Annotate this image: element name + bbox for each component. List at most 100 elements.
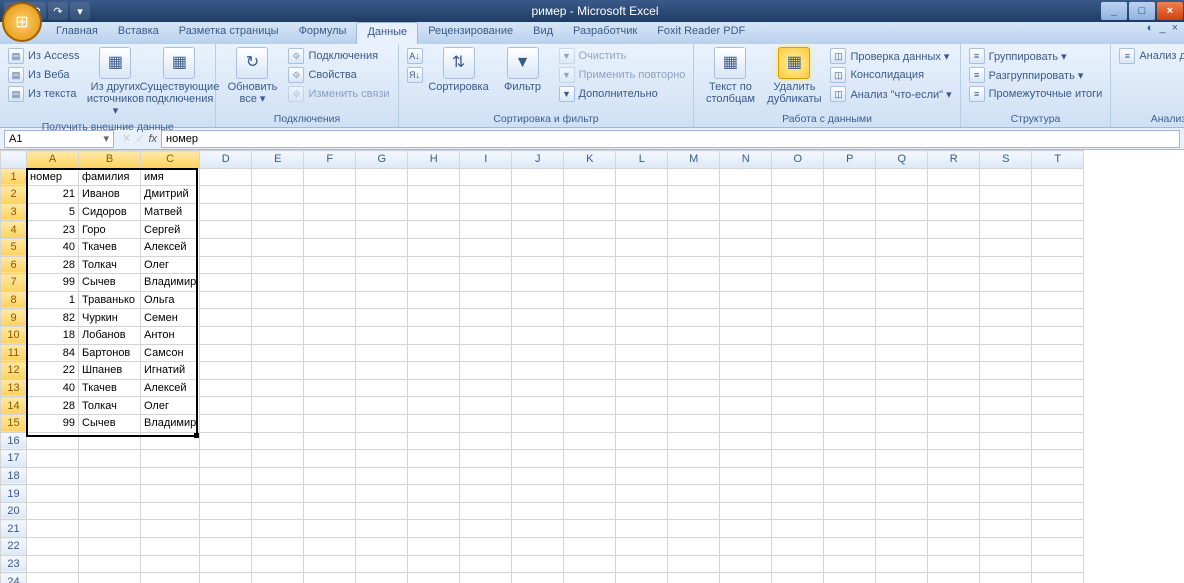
col-header-P[interactable]: P — [824, 151, 876, 169]
cell-G14[interactable] — [356, 397, 408, 415]
cell-E21[interactable] — [252, 520, 304, 538]
spreadsheet-grid[interactable]: ABCDEFGHIJKLMNOPQRST1номерфамилияимя221И… — [0, 150, 1184, 583]
cell-G6[interactable] — [356, 256, 408, 274]
cell-T13[interactable] — [1032, 379, 1084, 397]
cell-M12[interactable] — [668, 362, 720, 380]
row-header-12[interactable]: 12 — [1, 362, 27, 380]
cell-R3[interactable] — [928, 203, 980, 221]
cell-J14[interactable] — [512, 397, 564, 415]
cell-F13[interactable] — [304, 379, 356, 397]
cell-I21[interactable] — [460, 520, 512, 538]
row-header-10[interactable]: 10 — [1, 326, 27, 344]
cell-I10[interactable] — [460, 326, 512, 344]
cell-T16[interactable] — [1032, 432, 1084, 450]
cell-R16[interactable] — [928, 432, 980, 450]
cell-F8[interactable] — [304, 291, 356, 309]
cell-K19[interactable] — [564, 485, 616, 503]
cell-O12[interactable] — [772, 362, 824, 380]
cell-R6[interactable] — [928, 256, 980, 274]
cell-G1[interactable] — [356, 168, 408, 186]
cell-O17[interactable] — [772, 450, 824, 468]
cell-I5[interactable] — [460, 238, 512, 256]
cmd-Из других источников ▾[interactable]: ▦Из других источников ▾ — [85, 47, 145, 117]
cell-E18[interactable] — [252, 467, 304, 485]
cell-L20[interactable] — [616, 502, 668, 520]
cell-G11[interactable] — [356, 344, 408, 362]
cell-A4[interactable]: 23 — [27, 221, 79, 239]
cell-R15[interactable] — [928, 414, 980, 432]
cmd-refresh[interactable]: ↻Обновить все ▾ — [222, 47, 282, 105]
cell-N10[interactable] — [720, 326, 772, 344]
cell-O5[interactable] — [772, 238, 824, 256]
cell-P5[interactable] — [824, 238, 876, 256]
cell-R8[interactable] — [928, 291, 980, 309]
cell-D14[interactable] — [200, 397, 252, 415]
col-header-E[interactable]: E — [252, 151, 304, 169]
cell-S1[interactable] — [980, 168, 1032, 186]
cell-T5[interactable] — [1032, 238, 1084, 256]
cell-L21[interactable] — [616, 520, 668, 538]
cell-C9[interactable]: Семен — [141, 309, 200, 327]
cell-M6[interactable] — [668, 256, 720, 274]
cell-T17[interactable] — [1032, 450, 1084, 468]
row-header-21[interactable]: 21 — [1, 520, 27, 538]
cell-H15[interactable] — [408, 414, 460, 432]
cell-B23[interactable] — [79, 555, 141, 573]
cell-M13[interactable] — [668, 379, 720, 397]
cell-G18[interactable] — [356, 467, 408, 485]
row-header-7[interactable]: 7 — [1, 274, 27, 292]
cell-N20[interactable] — [720, 502, 772, 520]
cell-K1[interactable] — [564, 168, 616, 186]
cell-P4[interactable] — [824, 221, 876, 239]
cell-C15[interactable]: Владимир — [141, 414, 200, 432]
cell-G12[interactable] — [356, 362, 408, 380]
cell-L17[interactable] — [616, 450, 668, 468]
cell-P15[interactable] — [824, 414, 876, 432]
cell-Q11[interactable] — [876, 344, 928, 362]
sort-button[interactable]: А↓ — [405, 47, 425, 65]
col-header-N[interactable]: N — [720, 151, 772, 169]
cell-L24[interactable] — [616, 573, 668, 583]
cell-I22[interactable] — [460, 538, 512, 556]
cell-Q14[interactable] — [876, 397, 928, 415]
cell-P24[interactable] — [824, 573, 876, 583]
cell-P6[interactable] — [824, 256, 876, 274]
cmd-Подключения[interactable]: ⟐Подключения — [286, 47, 391, 65]
cell-J23[interactable] — [512, 555, 564, 573]
cell-C24[interactable] — [141, 573, 200, 583]
cell-N8[interactable] — [720, 291, 772, 309]
cell-K2[interactable] — [564, 186, 616, 204]
col-header-M[interactable]: M — [668, 151, 720, 169]
cell-J24[interactable] — [512, 573, 564, 583]
cell-S16[interactable] — [980, 432, 1032, 450]
cell-M10[interactable] — [668, 326, 720, 344]
cell-H9[interactable] — [408, 309, 460, 327]
cell-I15[interactable] — [460, 414, 512, 432]
cell-J10[interactable] — [512, 326, 564, 344]
cell-C12[interactable]: Игнатий — [141, 362, 200, 380]
cell-P21[interactable] — [824, 520, 876, 538]
cell-A10[interactable]: 18 — [27, 326, 79, 344]
tab-foxit-reader-pdf[interactable]: Foxit Reader PDF — [647, 22, 755, 44]
cell-O19[interactable] — [772, 485, 824, 503]
cell-O6[interactable] — [772, 256, 824, 274]
cell-C4[interactable]: Сергей — [141, 221, 200, 239]
cell-C21[interactable] — [141, 520, 200, 538]
cmd-Фильтр[interactable]: ▼Фильтр — [493, 47, 553, 93]
cell-T12[interactable] — [1032, 362, 1084, 380]
cmd-Проверка-данных-[interactable]: ◫Проверка данных ▾ — [828, 47, 953, 65]
cell-J20[interactable] — [512, 502, 564, 520]
cell-P22[interactable] — [824, 538, 876, 556]
cell-H12[interactable] — [408, 362, 460, 380]
cell-H20[interactable] — [408, 502, 460, 520]
cell-D8[interactable] — [200, 291, 252, 309]
col-header-K[interactable]: K — [564, 151, 616, 169]
cell-R24[interactable] — [928, 573, 980, 583]
close-button[interactable]: × — [1157, 2, 1183, 20]
cell-P1[interactable] — [824, 168, 876, 186]
cell-N5[interactable] — [720, 238, 772, 256]
cell-E17[interactable] — [252, 450, 304, 468]
cell-A16[interactable] — [27, 432, 79, 450]
cmd-Применить повторно[interactable]: ▼Применить повторно — [557, 66, 688, 84]
cell-B17[interactable] — [79, 450, 141, 468]
